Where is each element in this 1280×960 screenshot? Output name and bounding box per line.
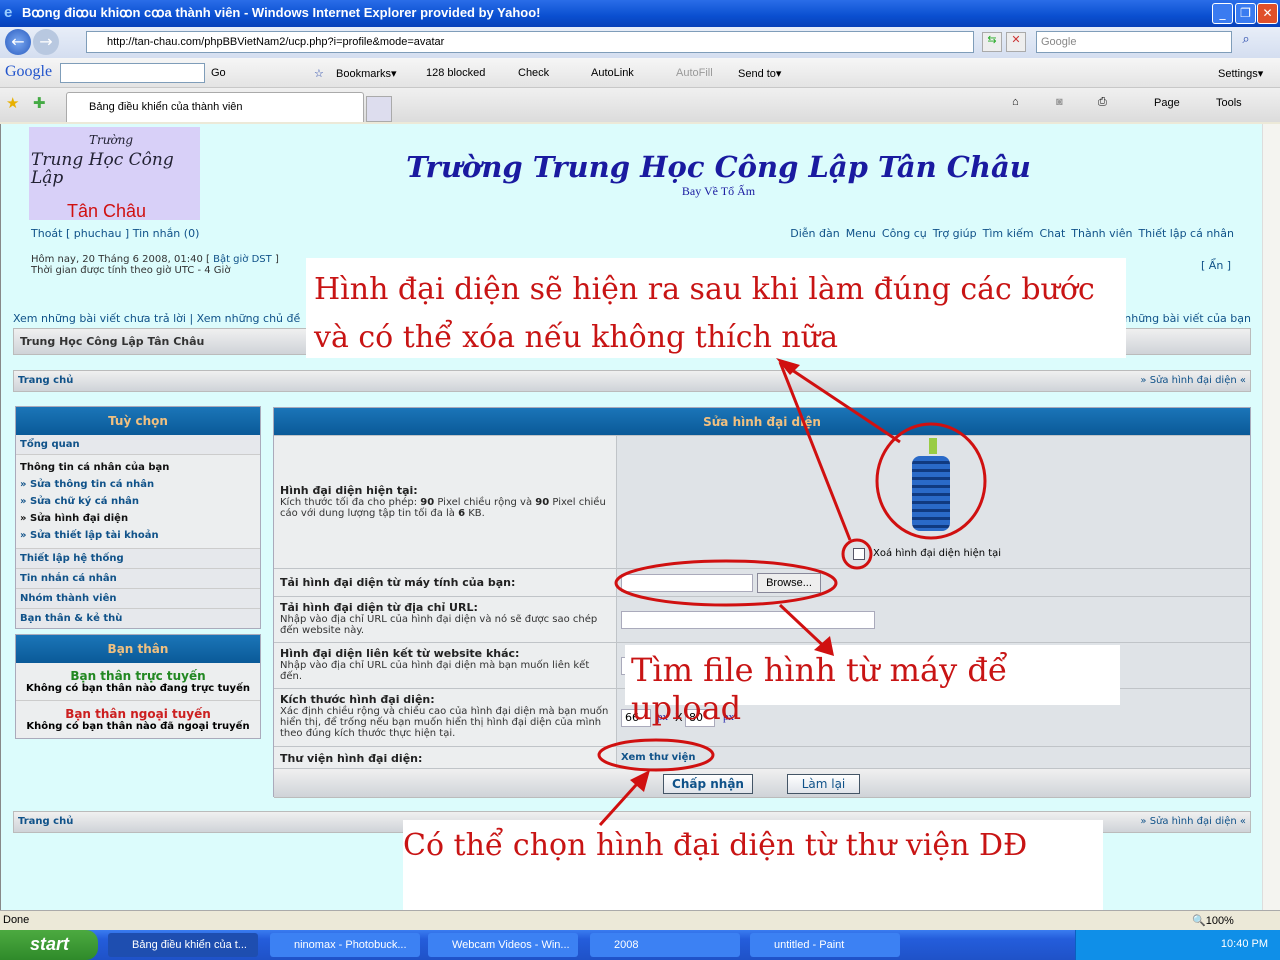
arrow-to-checkbox bbox=[778, 361, 852, 541]
task-webcam[interactable]: Webcam Videos - Win... bbox=[428, 933, 578, 957]
system-tray: 10:40 PM bbox=[1075, 930, 1280, 960]
arrow-to-avatar bbox=[779, 360, 901, 444]
taskbar: start Bảng điều khiển của t... ninomax -… bbox=[0, 930, 1280, 960]
status-bar: Done 🔍100% bbox=[0, 910, 1280, 930]
task-paint[interactable]: untitled - Paint bbox=[750, 933, 900, 957]
upload-ellipse bbox=[614, 559, 838, 607]
avatar-circle bbox=[875, 422, 987, 540]
task-folder-2008[interactable]: 2008 bbox=[590, 933, 740, 957]
gallery-ellipse bbox=[597, 738, 715, 772]
task-photobucket[interactable]: ninomax - Photobuck... bbox=[270, 933, 420, 957]
status-text: Done bbox=[3, 914, 30, 926]
task-ie-ucp[interactable]: Bảng điều khiển của t... bbox=[108, 933, 258, 957]
vertical-scrollbar[interactable] bbox=[1262, 124, 1280, 910]
zoom-level[interactable]: 🔍100% bbox=[1192, 914, 1234, 927]
annotation-marks bbox=[597, 358, 987, 827]
clock: 10:40 PM bbox=[1220, 938, 1268, 950]
start-button[interactable]: start bbox=[0, 930, 98, 960]
checkbox-circle bbox=[841, 538, 873, 570]
